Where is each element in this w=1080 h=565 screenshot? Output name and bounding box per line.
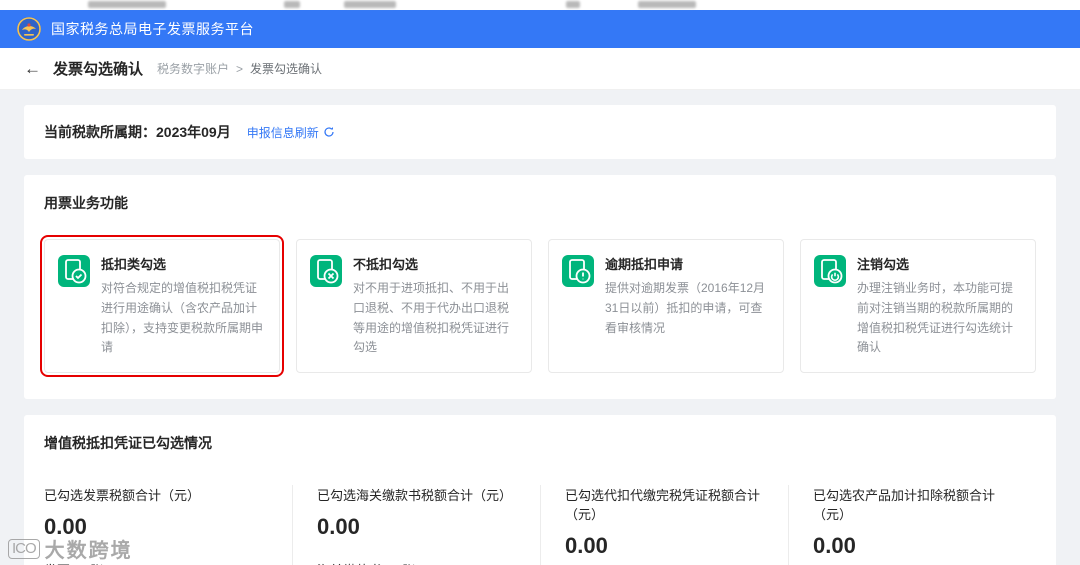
function-card-deduction-selection[interactable]: 抵扣类勾选 对符合规定的增值税扣税凭证进行用途确认（含农产品加计扣除），支持变更… [40,234,284,378]
screen-edge-artifact-strip [0,0,1080,10]
deregistration-selection-icon [813,254,847,288]
function-card-overdue-deduction-apply[interactable]: 逾期抵扣申请 提供对逾期发票（2016年12月31日以前）抵扣的申请，可查看审核… [548,239,784,374]
edge-artifact [88,1,166,8]
breadcrumb-parent[interactable]: 税务数字账户 [157,60,229,77]
back-arrow-icon[interactable]: ← [24,59,41,79]
edge-artifact [344,1,396,8]
edge-artifact [638,1,696,8]
summary-section-title: 增值税抵扣凭证已勾选情况 [44,435,212,452]
stat-invoice-tax-total: 已勾选发票税额合计（元） 0.00 发票：0张 - [44,485,292,565]
function-card-desc: 对不用于进项抵扣、不用于出口退税、不用于代办出口退税等用途的增值税扣税凭证进行勾… [353,281,510,355]
function-card-title: 抵扣类勾选 [101,257,167,272]
stat-detail: 海关缴款书：0张 [317,560,528,565]
function-card-title: 逾期抵扣申请 [605,257,684,272]
stat-label: 已勾选海关缴款书税额合计（元） [317,488,513,504]
refresh-link-label: 申报信息刷新 [246,125,319,140]
stat-customs-payment-tax-total: 已勾选海关缴款书税额合计（元） 0.00 海关缴款书：0张 - [292,485,540,565]
refresh-icon [324,127,334,137]
stat-label: 已勾选发票税额合计（元） [44,488,201,504]
non-deduction-selection-icon [309,254,343,288]
stat-detail: 发票：0张 [44,560,280,565]
app-header: 国家税务总局电子发票服务平台 [0,10,1080,48]
stat-value: 0.00 [565,533,608,559]
tax-period-card: 当前税款所属期：2023年09月 申报信息刷新 [24,105,1056,159]
function-card-title: 注销勾选 [857,257,910,272]
function-card-deregistration-selection[interactable]: 注销勾选 办理注销业务时，本功能可提前对注销当期的税款所属期的增值税扣税凭证进行… [800,239,1036,374]
function-card-grid: 抵扣类勾选 对符合规定的增值税扣税凭证进行用途确认（含农产品加计扣除），支持变更… [40,234,1036,378]
summary-stats-grid: 已勾选发票税额合计（元） 0.00 发票：0张 - 已勾选海关缴款书税额合计（元… [44,485,1036,565]
stat-value: 0.00 [317,514,360,540]
page-title: 发票勾选确认 [53,61,144,78]
functions-section-title: 用票业务功能 [44,195,128,211]
deduction-selection-icon [57,254,91,288]
function-card-title: 不抵扣勾选 [353,257,419,272]
function-card-desc: 对符合规定的增值税扣税凭证进行用途确认（含农产品加计扣除），支持变更税款所属期申… [101,281,264,355]
stat-agri-product-extra-deduction-total: 已勾选农产品加计扣除税额合计（元） 0.00 发票：0张 海关缴款书：0张 [788,485,1036,565]
function-card-desc: 提供对逾期发票（2016年12月31日以前）抵扣的申请，可查看审核情况 [605,281,766,335]
function-card-desc: 办理注销业务时，本功能可提前对注销当期的税款所属期的增值税扣税凭证进行勾选统计确… [857,281,1014,355]
stat-withholding-certificate-tax-total: 已勾选代扣代缴完税凭证税额合计（元） 0.00 代扣代缴完税凭证：0张 - [540,485,788,565]
breadcrumb-bar: ← 发票勾选确认 税务数字账户 > 发票勾选确认 [0,48,1080,90]
edge-artifact [284,1,300,8]
tax-period-label: 当前税款所属期：2023年09月 [44,124,231,140]
stat-label: 已勾选代扣代缴完税凭证税额合计（元） [565,488,761,523]
stat-value: 0.00 [44,514,87,540]
vat-deduction-summary-section: 增值税抵扣凭证已勾选情况 已勾选发票税额合计（元） 0.00 发票：0张 - 已… [24,415,1056,565]
breadcrumb: 税务数字账户 > 发票勾选确认 [157,60,322,77]
overdue-deduction-icon [561,254,595,288]
breadcrumb-separator: > [236,61,244,76]
stat-value: 0.00 [813,533,856,559]
main-content: 当前税款所属期：2023年09月 申报信息刷新 用票业务功能 抵扣类勾选 对符合… [0,90,1080,565]
function-card-non-deduction-selection[interactable]: 不抵扣勾选 对不用于进项抵扣、不用于出口退税、不用于代办出口退税等用途的增值税扣… [296,239,532,374]
edge-artifact [566,1,580,8]
tax-platform-logo-icon [16,16,42,42]
stat-label: 已勾选农产品加计扣除税额合计（元） [813,488,996,523]
refresh-declaration-link[interactable]: 申报信息刷新 [247,124,335,141]
invoice-functions-section: 用票业务功能 抵扣类勾选 对符合规定的增值税扣税凭证进行用途确认（含农产品加计扣… [24,175,1056,400]
breadcrumb-current: 发票勾选确认 [250,62,323,76]
app-title: 国家税务总局电子发票服务平台 [51,21,254,37]
